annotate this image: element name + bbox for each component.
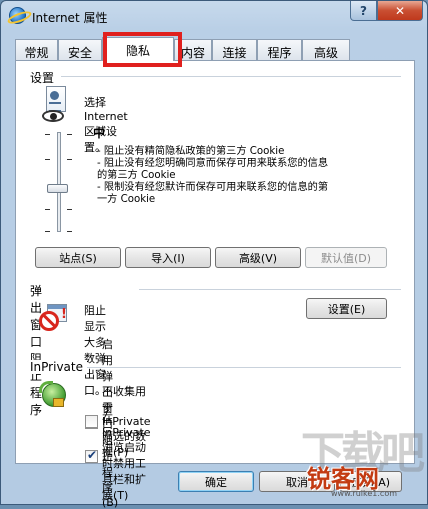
description-line: - 阻止没有经您明确同意而保存可用来联系您的信息 (97, 158, 329, 169)
close-button[interactable]: ✕ (377, 1, 423, 21)
slider-tick (67, 231, 72, 232)
slider-tick (45, 134, 50, 135)
settings-divider (61, 76, 401, 77)
inprivate-icon (39, 381, 69, 411)
tab-programs[interactable]: 程序 (257, 39, 302, 60)
popup-settings-button[interactable]: 设置(E) (306, 298, 387, 319)
description-line: 的第三方 Cookie (97, 170, 176, 181)
privacy-slider-thumb[interactable] (47, 184, 68, 193)
inprivate-divider (87, 367, 401, 368)
document-icon (46, 86, 66, 112)
import-button[interactable]: 导入(I) (125, 247, 211, 268)
privacy-level: 中 (93, 126, 106, 140)
slider-tick (45, 159, 50, 160)
tab-security[interactable]: 安全 (58, 39, 102, 60)
slider-tick (45, 231, 50, 232)
tab-advanced[interactable]: 高级 (302, 39, 350, 60)
description-line: - 阻止没有精简隐私政策的第三方 Cookie (97, 146, 285, 157)
description-line: - 限制没有经您默许而保存可用来联系您的信息的第 (97, 182, 329, 193)
description-line: 一方 Cookie (97, 194, 156, 205)
privacy-tab-highlight (103, 32, 182, 67)
privacy-settings-icon (42, 86, 72, 122)
inprivate-group-label: InPrivate (30, 360, 87, 374)
slider-tick (67, 134, 72, 135)
disable-toolbars-label: 在 InPrivate 浏览启动时禁用工具栏和扩展(T) (102, 412, 151, 502)
watermark-url: www.ruike1.com (331, 489, 398, 498)
eye-icon (42, 110, 64, 122)
disable-toolbars-checkbox[interactable] (85, 448, 98, 463)
tab-general[interactable]: 常规 (15, 39, 58, 60)
advanced-button[interactable]: 高级(V) (215, 247, 301, 268)
lock-icon (53, 398, 64, 407)
disable-toolbars-row[interactable]: 在 InPrivate 浏览启动时禁用工具栏和扩展(T) (85, 410, 151, 503)
title-bar[interactable]: Internet 属性 ? ✕ (1, 1, 427, 31)
ok-button[interactable]: 确定 (178, 471, 254, 492)
default-button[interactable]: 默认值(D) (305, 247, 387, 268)
window-title: Internet 属性 (32, 11, 108, 25)
sites-button[interactable]: 站点(S) (35, 247, 121, 268)
privacy-slider-track[interactable] (57, 132, 61, 232)
slider-tick (45, 209, 50, 210)
slider-tick (67, 209, 72, 210)
slider-tick (67, 159, 72, 160)
popup-blocker-icon: ! (39, 304, 69, 332)
exclamation-icon: ! (61, 307, 67, 322)
internet-explorer-icon (9, 7, 26, 24)
arrow-icon (39, 381, 53, 393)
no-entry-icon (39, 311, 59, 331)
popup-divider (139, 289, 401, 290)
settings-group-label: 设置 (30, 69, 59, 86)
tab-connections[interactable]: 连接 (212, 39, 257, 60)
help-button[interactable]: ? (350, 1, 377, 21)
internet-options-window: Internet 属性 ? ✕ 常规 安全 隐私 内容 连接 程序 高级 设置 … (0, 0, 428, 509)
